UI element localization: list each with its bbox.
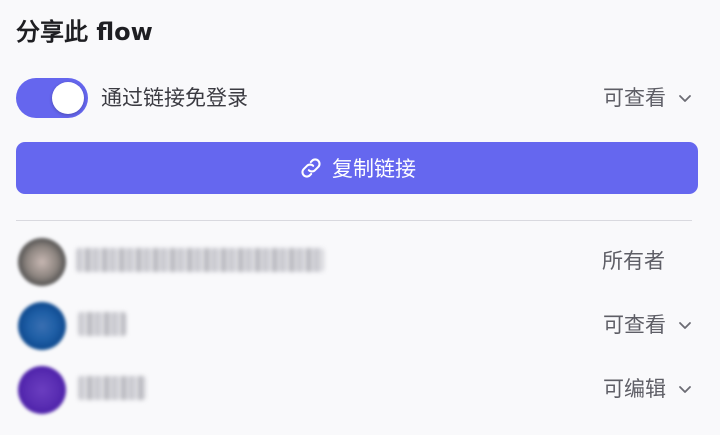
copy-link-label: 复制链接: [332, 157, 416, 181]
member-role: 所有者: [602, 247, 665, 275]
dialog-title: 分享此 flow: [16, 18, 153, 46]
avatar: [18, 366, 66, 414]
member-role-dropdown[interactable]: 可查看: [603, 311, 698, 339]
avatar: [18, 238, 66, 286]
chevron-down-icon: [679, 322, 691, 329]
member-role-dropdown[interactable]: 可编辑: [603, 375, 698, 403]
member-row: 所有者: [16, 236, 698, 286]
chevron-down-icon: [679, 95, 691, 102]
link-permission-dropdown[interactable]: 可查看: [603, 84, 698, 112]
link-sharing-label: 通过链接免登录: [101, 86, 248, 110]
member-row: 可查看: [16, 300, 698, 350]
member-row: 可编辑: [16, 364, 698, 414]
link-sharing-toggle[interactable]: [16, 78, 88, 118]
member-role-label: 所有者: [602, 249, 665, 273]
copy-link-button[interactable]: 复制链接: [16, 142, 698, 194]
member-role-label: 可编辑: [603, 377, 666, 401]
member-name-redacted: [78, 376, 146, 400]
link-permission-value: 可查看: [603, 86, 666, 110]
link-icon: [301, 158, 321, 178]
avatar: [18, 302, 66, 350]
divider: [16, 220, 692, 221]
toggle-knob: [52, 82, 84, 114]
link-sharing-row: 通过链接免登录 可查看: [16, 76, 698, 118]
member-role-label: 可查看: [603, 313, 666, 337]
member-name-redacted: [76, 248, 324, 272]
chevron-down-icon: [679, 386, 691, 393]
member-name-redacted: [78, 312, 126, 336]
